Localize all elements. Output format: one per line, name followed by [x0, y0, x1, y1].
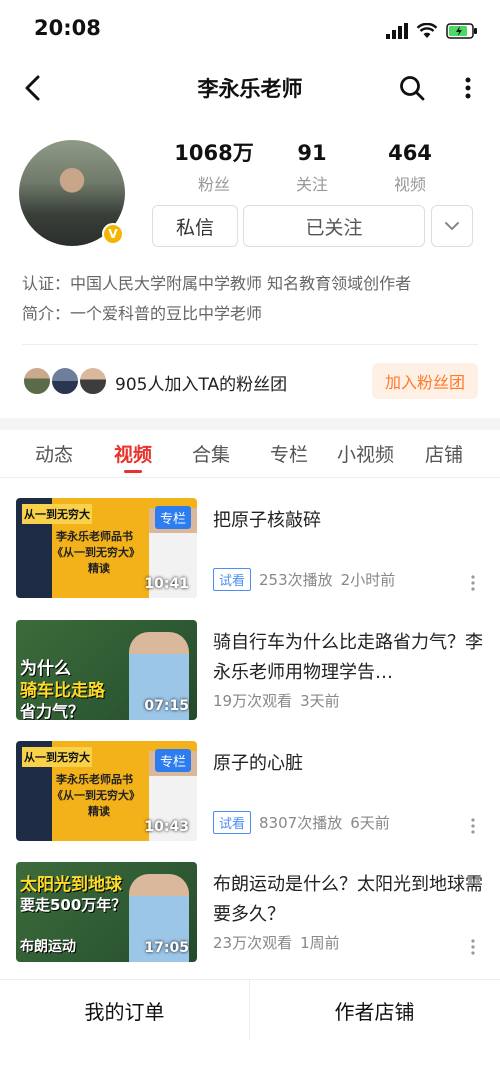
fan-avatar: [50, 366, 80, 396]
video-title[interactable]: 布朗运动是什么？太阳光到地球需要多久？: [213, 870, 483, 930]
thumbnail-text: 《从一到无穷大》: [52, 546, 140, 559]
fan-avatars[interactable]: [22, 366, 112, 396]
stat-following[interactable]: 91 关注: [257, 140, 367, 195]
video-item[interactable]: 从一到无穷大 李永乐老师品书 《从一到无穷大》 精读 专栏 10:41 把原子核…: [0, 498, 500, 600]
video-thumbnail[interactable]: 从一到无穷大 李永乐老师品书 《从一到无穷大》 精读 专栏 10:43: [16, 741, 197, 841]
divider: [22, 344, 478, 345]
stat-fans[interactable]: 1068万 粉丝: [159, 140, 269, 195]
wifi-icon: [416, 23, 438, 38]
status-bar: 20:08: [0, 0, 500, 60]
thumbnail-text: 布朗运动: [20, 939, 76, 955]
video-item[interactable]: 太阳光到地球 要走500万年？ 布朗运动 17:05 布朗运动是什么？太阳光到地…: [0, 862, 500, 964]
nav-bar: 李永乐老师: [0, 60, 500, 116]
publish-time: 1周前: [300, 934, 340, 952]
video-title[interactable]: 把原子核敲碎: [213, 506, 483, 536]
video-thumbnail[interactable]: 太阳光到地球 要走500万年？ 布朗运动 17:05: [16, 862, 197, 962]
publish-time: 3天前: [300, 692, 340, 710]
verified-badge-icon: V: [102, 223, 124, 245]
thumbnail-text: 精读: [88, 562, 110, 575]
video-meta: 23万次观看 1周前: [213, 932, 340, 953]
battery-icon: [446, 23, 477, 39]
thumbnail-text: 从一到无穷大: [22, 747, 92, 767]
tab-shop[interactable]: 店铺: [425, 440, 463, 467]
video-meta: 试看 253次播放 2小时前: [213, 568, 395, 591]
fan-club-text[interactable]: 905人加入TA的粉丝团: [115, 370, 287, 395]
following-button[interactable]: 已关注: [243, 205, 425, 247]
stat-label: 粉丝: [197, 175, 230, 194]
join-fan-club-button[interactable]: 加入粉丝团: [372, 363, 478, 399]
column-badge: 专栏: [154, 749, 191, 772]
author-shop-button[interactable]: 作者店铺: [250, 980, 499, 1040]
stat-videos[interactable]: 464 视频: [355, 140, 465, 195]
thumbnail-text: 太阳光到地球: [20, 875, 122, 895]
video-thumbnail[interactable]: 从一到无穷大 李永乐老师品书 《从一到无穷大》 精读 专栏 10:41: [16, 498, 197, 598]
stat-value: 464: [388, 141, 432, 165]
video-meta: 试看 8307次播放 6天前: [213, 811, 390, 834]
bottom-bar: 我的订单 作者店铺: [0, 979, 500, 1040]
bio-text: 简介：一个爱科普的豆比中学老师: [22, 304, 263, 323]
fan-avatar: [22, 366, 52, 396]
tab-short-videos[interactable]: 小视频: [337, 440, 394, 467]
more-vertical-icon[interactable]: [469, 938, 477, 956]
view-count: 8307次播放: [259, 814, 343, 832]
status-time: 20:08: [34, 16, 101, 40]
divider: [0, 477, 500, 478]
trial-tag: 试看: [213, 568, 252, 591]
video-item[interactable]: 从一到无穷大 李永乐老师品书 《从一到无穷大》 精读 专栏 10:43 原子的心…: [0, 741, 500, 843]
view-count: 23万次观看: [213, 934, 293, 952]
tab-columns[interactable]: 专栏: [270, 440, 308, 467]
expand-button[interactable]: [431, 205, 473, 247]
thumbnail-text: 从一到无穷大: [22, 504, 92, 524]
stat-label: 视频: [393, 175, 426, 194]
video-duration: 07:15: [144, 698, 189, 714]
thumbnail-text: 精读: [88, 805, 110, 818]
thumbnail-text: 《从一到无穷大》: [52, 789, 140, 802]
video-meta: 19万次观看 3天前: [213, 690, 340, 711]
tab-collections[interactable]: 合集: [192, 440, 230, 467]
message-button[interactable]: 私信: [152, 205, 238, 247]
thumbnail-text: 要走500万年？: [20, 896, 127, 914]
video-duration: 10:43: [144, 819, 189, 835]
stat-label: 关注: [295, 175, 328, 194]
video-title[interactable]: 原子的心脏: [213, 749, 483, 779]
more-vertical-icon[interactable]: [469, 817, 477, 835]
more-vertical-icon[interactable]: [469, 574, 477, 592]
verification-text: 认证：中国人民大学附属中学教师 知名教育领域创作者: [22, 274, 412, 293]
more-vertical-icon[interactable]: [458, 74, 478, 102]
column-badge: 专栏: [154, 506, 191, 529]
publish-time: 6天前: [350, 814, 390, 832]
video-duration: 17:05: [144, 940, 189, 956]
status-icons: [386, 20, 478, 42]
active-tab-indicator: [124, 470, 142, 473]
tab-bar: 动态 视频 合集 专栏 小视频 店铺: [0, 430, 500, 474]
publish-time: 2小时前: [340, 571, 396, 589]
view-count: 253次播放: [259, 571, 333, 589]
thumbnail-text: 李永乐老师品书: [56, 773, 133, 786]
video-duration: 10:41: [144, 576, 189, 592]
chevron-down-icon: [445, 222, 459, 231]
video-title[interactable]: 骑自行车为什么比走路省力气？李永乐老师用物理学告…: [213, 628, 483, 688]
view-count: 19万次观看: [213, 692, 293, 710]
stat-value: 1068万: [174, 141, 254, 165]
fan-avatar: [78, 366, 108, 396]
my-orders-button[interactable]: 我的订单: [0, 980, 249, 1040]
tab-videos[interactable]: 视频: [114, 440, 152, 467]
stat-value: 91: [297, 141, 327, 165]
video-thumbnail[interactable]: 为什么 骑车比走路 省力气？ 07:15: [16, 620, 197, 720]
tab-dynamic[interactable]: 动态: [35, 440, 73, 467]
video-item[interactable]: 为什么 骑车比走路 省力气？ 07:15 骑自行车为什么比走路省力气？李永乐老师…: [0, 620, 500, 722]
thumbnail-text: 省力气？: [20, 702, 85, 720]
signal-icon: [386, 23, 408, 39]
thumbnail-text: 李永乐老师品书: [56, 530, 133, 543]
trial-tag: 试看: [213, 811, 252, 834]
section-divider: [0, 418, 500, 430]
search-icon[interactable]: [398, 74, 426, 102]
